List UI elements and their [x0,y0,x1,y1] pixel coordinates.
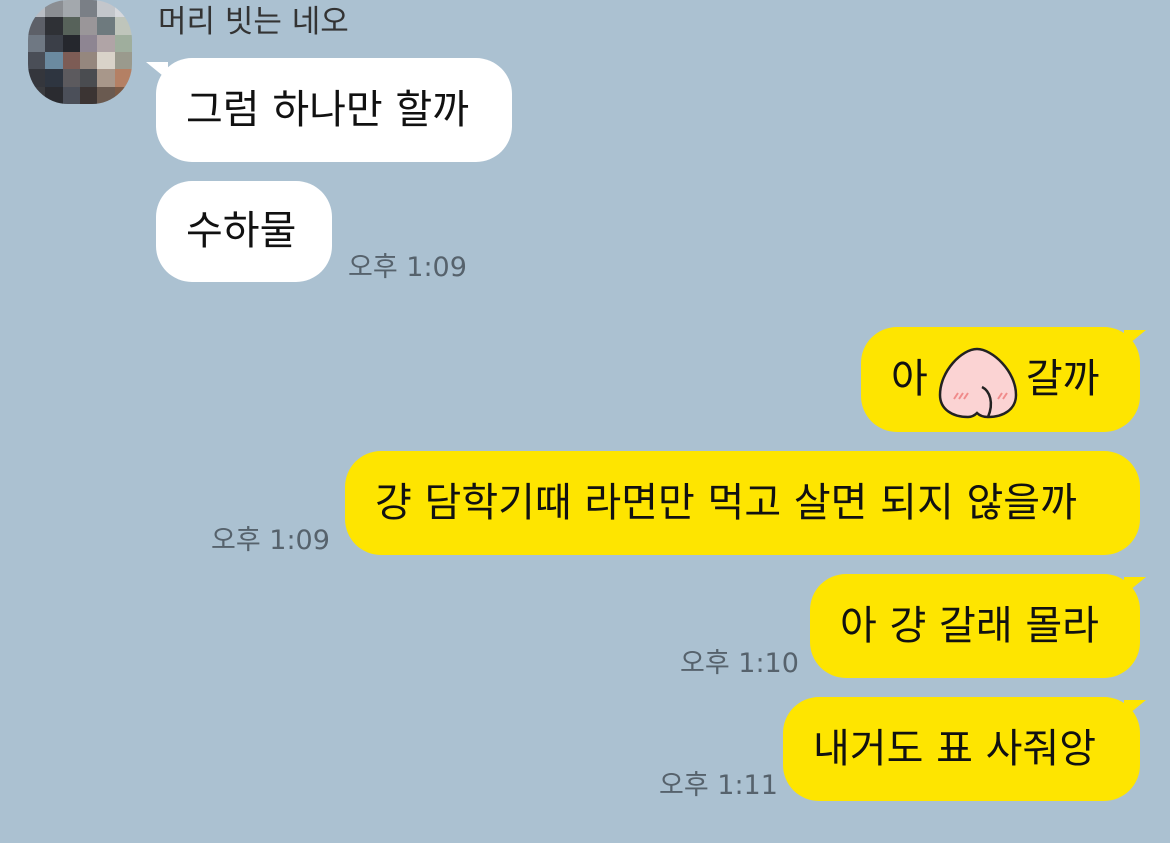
avatar-pixel [80,34,98,52]
avatar-pixel [80,52,98,70]
message-text: 아 [891,356,928,402]
avatar-pixel [28,69,46,87]
avatar-pixel [62,69,80,87]
avatar-pixel [62,86,80,104]
message-text: 걍 담학기때 라면만 먹고 살면 되지 않을까 [375,480,1077,526]
avatar-pixel [97,69,115,87]
message-text: 그럼 하나만 할까 [186,87,470,133]
message-bubble-incoming[interactable]: 그럼 하나만 할까 [156,58,512,162]
avatar-pixel [62,34,80,52]
message-bubble-outgoing[interactable]: 아 걍 갈래 몰라 [810,574,1140,678]
avatar-pixel [97,17,115,35]
message-bubble-outgoing[interactable]: 걍 담학기때 라면만 먹고 살면 되지 않을까 [345,451,1140,555]
message-bubble-outgoing[interactable]: 내거도 표 사줘앙 [783,697,1140,801]
avatar-pixel [45,69,63,87]
peach-emoticon-icon [932,341,1022,421]
message-text: 갈까 [1025,356,1100,402]
avatar-pixel [45,34,63,52]
avatar-pixel [114,17,132,35]
avatar-pixel [28,34,46,52]
message-timestamp: 오후 1:09 [348,252,467,283]
message-timestamp: 오후 1:10 [680,648,799,679]
avatar-pixel [114,52,132,70]
avatar-pixel [80,17,98,35]
avatar-pixel [80,69,98,87]
avatar-pixel [28,52,46,70]
avatar-pixel [114,86,132,104]
avatar-pixel [97,86,115,104]
message-timestamp: 오후 1:09 [211,525,330,556]
message-timestamp: 오후 1:11 [659,770,778,801]
avatar-pixel [97,52,115,70]
sender-name: 머리 빗는 네오 [158,4,349,40]
avatar[interactable] [28,0,132,104]
avatar-pixel [28,0,46,18]
message-bubble-incoming[interactable]: 수하물 [156,181,332,282]
avatar-pixel [114,0,132,18]
avatar-pixel [97,34,115,52]
avatar-pixel [28,86,46,104]
avatar-pixel [97,0,115,18]
message-bubble-outgoing[interactable]: 아 갈까 [861,327,1140,432]
message-text: 수하물 [186,208,297,254]
avatar-pixel [45,17,63,35]
avatar-pixel [45,52,63,70]
avatar-pixel [28,17,46,35]
avatar-pixel [45,0,63,18]
avatar-pixel [80,0,98,18]
avatar-pixel [45,86,63,104]
message-text: 내거도 표 사줘앙 [813,726,1097,772]
avatar-pixel [80,86,98,104]
avatar-pixel [114,69,132,87]
avatar-pixel [62,52,80,70]
message-text: 아 걍 갈래 몰라 [840,603,1099,649]
avatar-pixel [62,17,80,35]
avatar-pixel [62,0,80,18]
avatar-pixel [114,34,132,52]
